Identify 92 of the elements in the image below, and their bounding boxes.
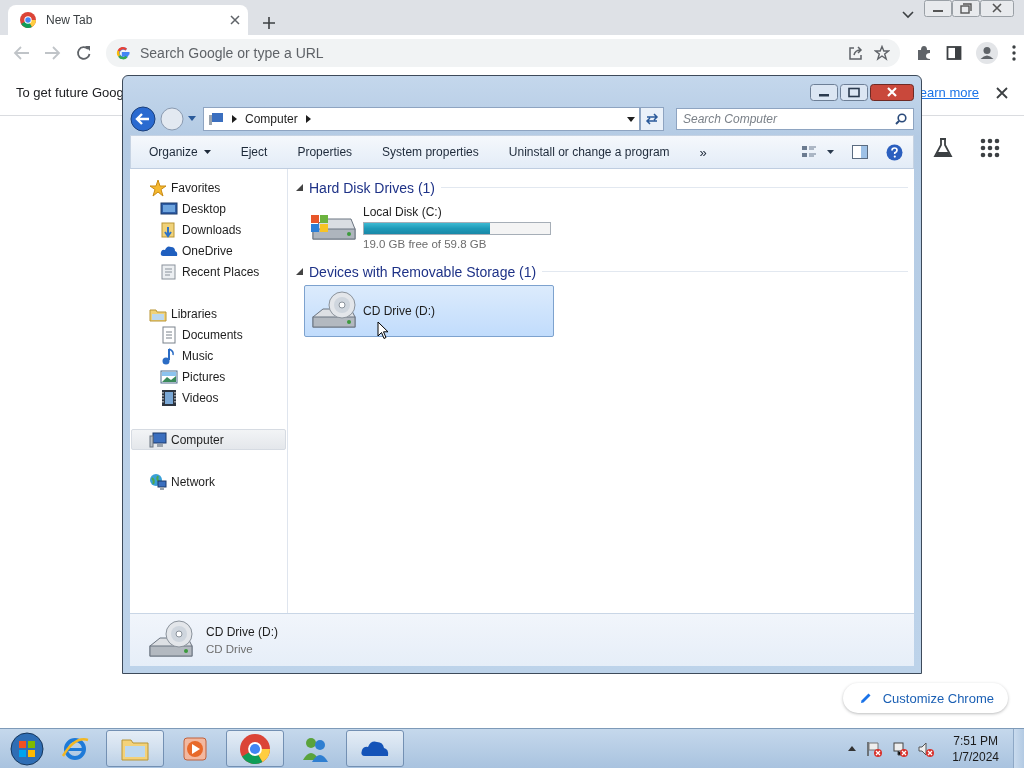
customize-chrome-button[interactable]: Customize Chrome xyxy=(842,683,1008,713)
mouse-pointer-icon xyxy=(377,321,389,340)
puzzle-piece-icon[interactable] xyxy=(916,44,932,61)
navigation-item[interactable]: Desktop xyxy=(131,198,286,219)
side-panel-icon[interactable] xyxy=(946,44,962,61)
refresh-button[interactable] xyxy=(640,107,664,131)
clock[interactable]: 7:51 PM 1/7/2024 xyxy=(952,733,999,764)
minimize-icon[interactable] xyxy=(924,0,952,17)
cd-drive-icon xyxy=(309,291,357,331)
navigation-item[interactable]: Favorites xyxy=(131,177,286,198)
address-bar[interactable]: Search Google or type a URL xyxy=(106,38,900,67)
group-heading: Devices with Removable Storage (1) xyxy=(309,263,537,280)
group-heading: Hard Disk Drives (1) xyxy=(309,179,435,196)
computer-icon xyxy=(208,112,224,126)
navigation-item[interactable]: Documents xyxy=(131,324,286,345)
tab-title: New Tab xyxy=(46,13,94,27)
start-orb-icon[interactable] xyxy=(10,731,44,766)
reload-icon[interactable] xyxy=(76,44,92,61)
flask-icon[interactable] xyxy=(933,138,953,158)
taskbar-button[interactable] xyxy=(346,730,404,767)
command-button[interactable]: Organize xyxy=(149,145,211,159)
google-logo-icon xyxy=(116,45,130,60)
close-icon[interactable] xyxy=(980,0,1014,17)
details-type: CD Drive xyxy=(206,643,254,655)
chevron-right-icon[interactable] xyxy=(305,115,311,123)
more-commands-chevron[interactable]: » xyxy=(699,144,707,160)
browser-tab[interactable]: New Tab xyxy=(8,5,248,35)
close-icon[interactable] xyxy=(870,83,914,101)
navigation-item[interactable]: Videos xyxy=(131,387,286,408)
film-icon xyxy=(160,388,178,407)
close-icon[interactable] xyxy=(230,15,240,25)
navigation-item[interactable]: Network xyxy=(131,471,286,492)
profile-avatar-icon[interactable] xyxy=(976,41,998,64)
download-folder-icon xyxy=(160,220,178,239)
plus-icon[interactable] xyxy=(262,16,276,30)
chrome-logo-icon xyxy=(240,733,270,764)
document-icon xyxy=(160,325,178,344)
minimize-icon[interactable] xyxy=(810,83,838,101)
search-box[interactable]: Search Computer xyxy=(676,108,914,130)
speaker-muted-icon[interactable] xyxy=(918,740,935,757)
command-button[interactable]: Properties xyxy=(297,145,353,159)
drive-name: Local Disk (C:) xyxy=(363,204,443,219)
navigation-item[interactable]: Recent Places xyxy=(131,261,286,282)
pencil-icon xyxy=(858,691,873,705)
view-options-icon[interactable] xyxy=(802,145,834,159)
network-status-icon[interactable] xyxy=(892,740,909,757)
navigation-item[interactable]: Libraries xyxy=(131,303,286,324)
close-icon[interactable] xyxy=(996,86,1008,99)
apps-grid-icon[interactable] xyxy=(980,138,1000,158)
preview-pane-icon[interactable] xyxy=(852,145,868,159)
picture-icon xyxy=(160,367,178,386)
monitor-icon xyxy=(160,199,178,218)
chevron-up-icon[interactable] xyxy=(848,746,857,751)
drive-name: CD Drive (D:) xyxy=(363,304,436,318)
taskbar-button[interactable] xyxy=(106,730,164,767)
free-space-text: 19.0 GB free of 59.8 GB xyxy=(363,237,488,250)
chrome-logo-icon xyxy=(20,12,36,28)
star-outline-icon[interactable] xyxy=(874,44,890,61)
share-icon[interactable] xyxy=(848,44,864,61)
navigation-item[interactable]: Downloads xyxy=(131,219,286,240)
maximize-icon[interactable] xyxy=(840,83,868,101)
navigation-item[interactable]: Computer xyxy=(131,429,286,450)
dropdown-arrow-icon[interactable] xyxy=(627,116,635,122)
details-name: CD Drive (D:) xyxy=(206,625,279,639)
chevron-down-icon[interactable] xyxy=(902,11,914,19)
search-input[interactable]: Search Computer xyxy=(683,112,895,126)
network-icon xyxy=(149,472,167,491)
computer-icon xyxy=(149,430,167,449)
cd-drive-icon xyxy=(146,620,194,660)
collapse-triangle-icon[interactable] xyxy=(296,184,303,191)
search-icon xyxy=(895,113,907,125)
navigation-item[interactable]: OneDrive xyxy=(131,240,286,261)
caret-icon xyxy=(203,150,211,154)
refresh-arrows-icon xyxy=(645,113,659,125)
command-button[interactable]: Uninstall or change a program xyxy=(508,145,670,159)
flag-icon[interactable] xyxy=(866,740,883,757)
command-button[interactable]: System properties xyxy=(382,145,479,159)
drive-item[interactable]: Local Disk (C:) 19.0 GB free of 59.8 GB xyxy=(304,201,554,253)
address-field[interactable]: Computer xyxy=(203,107,640,131)
menu-icon[interactable] xyxy=(1012,44,1016,61)
command-button[interactable]: Eject xyxy=(240,145,268,159)
star-icon xyxy=(149,178,167,197)
navigation-item[interactable]: Music xyxy=(131,345,286,366)
drive-item[interactable]: CD Drive (D:) xyxy=(304,285,554,337)
document-list-icon xyxy=(160,262,178,281)
help-icon[interactable] xyxy=(886,143,903,161)
taskbar-button[interactable] xyxy=(226,730,284,767)
restore-icon[interactable] xyxy=(952,0,980,17)
chevron-right-icon[interactable] xyxy=(232,115,237,123)
collapse-triangle-icon[interactable] xyxy=(296,268,303,275)
navigation-item[interactable]: Pictures xyxy=(131,366,286,387)
breadcrumb-item[interactable]: Computer xyxy=(245,112,298,126)
